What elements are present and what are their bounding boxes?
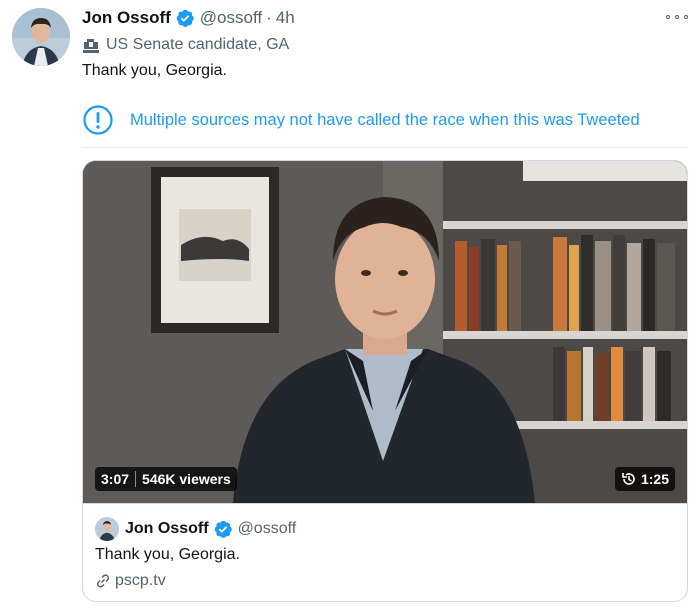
video-duration: 1:25 xyxy=(640,471,669,487)
verified-badge-icon xyxy=(213,519,233,539)
verified-badge-icon xyxy=(175,8,195,28)
tweet-text: Thank you, Georgia. xyxy=(82,62,227,79)
video-card[interactable]: 3:07 546K viewers 1:25 Jon Ossoff @ossof… xyxy=(82,160,688,602)
quoted-card-domain[interactable]: pscp.tv xyxy=(115,572,166,590)
replay-clock-icon xyxy=(622,473,635,485)
video-viewer-count: 546K viewers xyxy=(142,471,231,487)
quoted-card-header: Jon Ossoff @ossoff xyxy=(95,516,675,542)
quoted-card-text: Thank you, Georgia. xyxy=(95,546,240,563)
video-live-stats: 3:07 546K viewers xyxy=(95,467,237,491)
label-text: US Senate candidate, GA xyxy=(106,36,290,53)
quoted-author-avatar xyxy=(95,517,119,541)
video-elapsed-time: 3:07 xyxy=(101,471,130,487)
exclamation-circle-icon xyxy=(83,105,113,135)
separator-dot: · xyxy=(266,8,272,27)
link-icon xyxy=(96,574,110,588)
election-notice: Multiple sources may not have called the… xyxy=(82,98,688,148)
quoted-card-link[interactable]: pscp.tv xyxy=(95,572,675,590)
quoted-author-handle: @ossoff xyxy=(237,520,297,537)
author-handle[interactable]: @ossoff xyxy=(200,8,262,28)
tweet-header: Jon Ossoff @ossoff · 4h xyxy=(82,6,295,30)
quoted-author-name: Jon Ossoff xyxy=(125,520,209,537)
tweet-timestamp[interactable]: 4h xyxy=(276,8,295,28)
video-player[interactable]: 3:07 546K viewers 1:25 xyxy=(83,161,687,503)
video-frame xyxy=(83,161,687,503)
author-avatar[interactable] xyxy=(12,8,70,66)
more-options-icon[interactable] xyxy=(666,8,688,26)
quoted-card-body[interactable]: Jon Ossoff @ossoff Thank you, Georgia. p… xyxy=(83,503,687,601)
notice-link[interactable]: Multiple sources may not have called the… xyxy=(130,104,640,132)
video-duration-badge: 1:25 xyxy=(614,467,675,491)
government-label: US Senate candidate, GA xyxy=(82,34,289,56)
government-building-icon xyxy=(83,39,99,53)
author-name[interactable]: Jon Ossoff xyxy=(82,8,171,28)
